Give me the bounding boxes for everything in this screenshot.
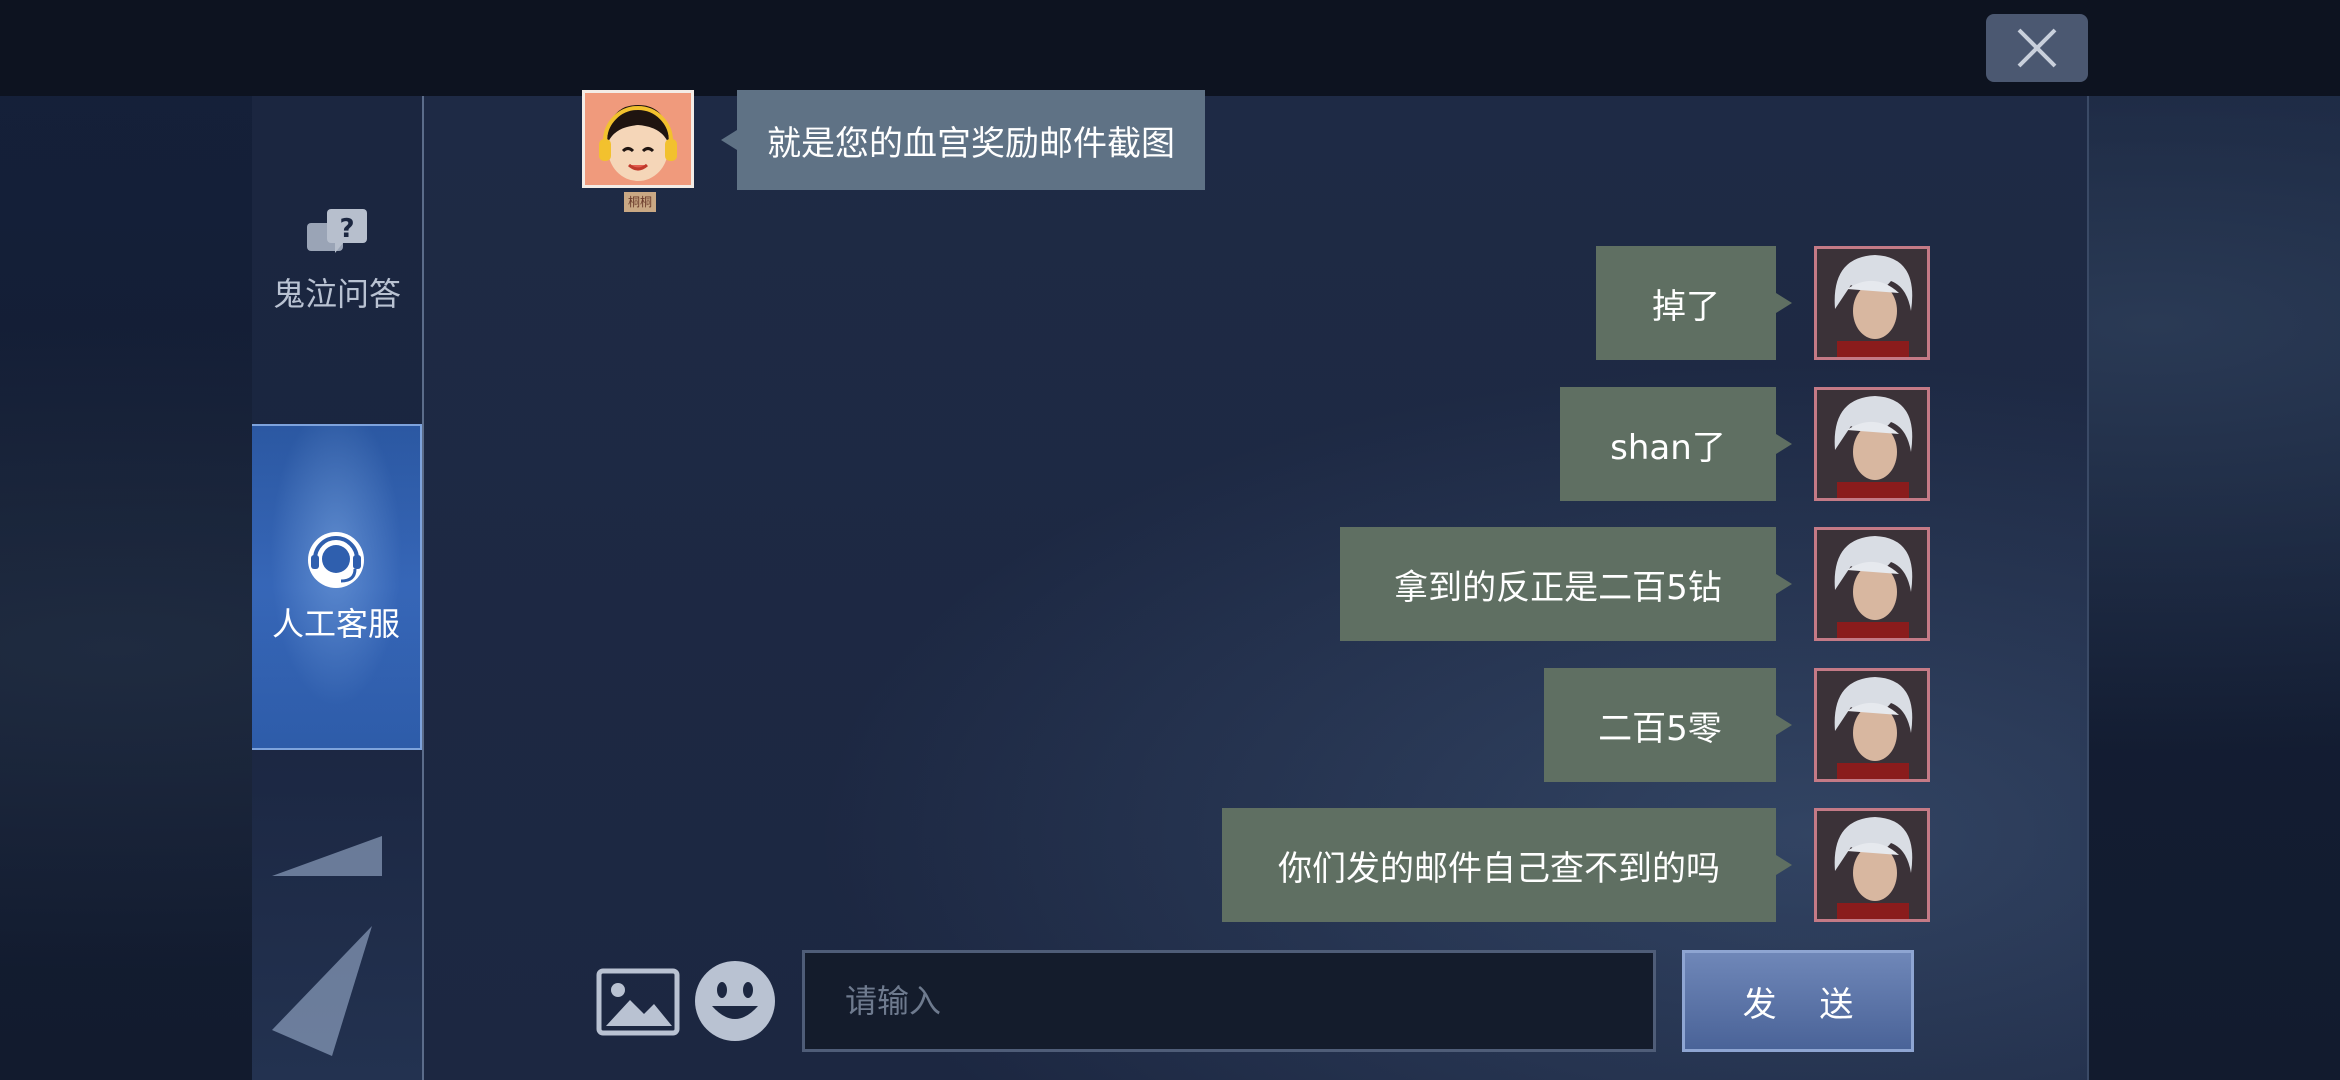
emoji-button[interactable] — [692, 958, 778, 1044]
sidebar-item-label: 鬼泣问答 — [272, 275, 401, 313]
image-upload-button[interactable] — [596, 968, 680, 1036]
emoji-icon — [695, 961, 775, 1041]
sidebar: ? 鬼泣问答 人工客服 — [252, 96, 424, 1080]
user-avatar — [1814, 246, 1930, 360]
agent-avatar — [582, 90, 694, 188]
user-message-bubble: shan了 — [1560, 387, 1792, 501]
user-message-bubble: 拿到的反正是二百5钻 — [1340, 527, 1792, 641]
sidebar-item-label: 人工客服 — [271, 605, 400, 643]
send-button[interactable]: 发 送 — [1682, 950, 1914, 1052]
message-input[interactable] — [802, 950, 1656, 1052]
user-message-bubble: 二百5零 — [1544, 668, 1792, 782]
user-avatar — [1814, 808, 1930, 922]
close-button[interactable] — [1986, 14, 2088, 82]
agent-name-tag: 桐桐 — [624, 192, 656, 212]
agent-message-bubble: 就是您的血宫奖励邮件截图 — [721, 90, 1205, 190]
image-icon — [596, 968, 680, 1036]
user-message-bubble: 你们发的邮件自己查不到的吗 — [1222, 808, 1792, 922]
decorative-shard — [272, 926, 372, 1056]
decorative-shard — [272, 836, 382, 876]
close-icon — [2017, 28, 2057, 68]
sidebar-item-qa[interactable]: ? 鬼泣问答 — [252, 196, 422, 326]
user-avatar — [1814, 527, 1930, 641]
question-chat-icon: ? — [307, 209, 367, 253]
headset-agent-icon — [308, 532, 364, 588]
user-avatar — [1814, 387, 1930, 501]
svg-text:?: ? — [339, 214, 354, 244]
sidebar-item-human-service[interactable]: 人工客服 — [252, 424, 422, 750]
user-message-bubble: 掉了 — [1596, 246, 1792, 360]
user-avatar — [1814, 668, 1930, 782]
